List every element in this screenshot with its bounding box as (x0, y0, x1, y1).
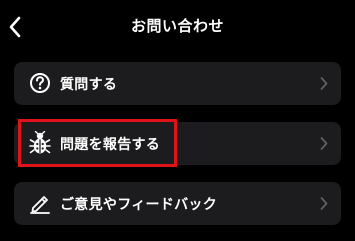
chevron-right-icon (320, 137, 328, 150)
pen-icon (28, 191, 52, 215)
page-title: お問い合わせ (130, 17, 224, 35)
menu-item-label: 質問する (60, 77, 118, 93)
chevron-right-icon (320, 77, 328, 90)
menu-item-report-problem[interactable]: 問題を報告する (14, 122, 341, 165)
header: お問い合わせ (0, 0, 355, 54)
menu-item-label: ご意見やフィードバック (60, 197, 218, 213)
menu-item-ask-question[interactable]: 質問する (14, 62, 341, 105)
chevron-right-icon (320, 197, 328, 210)
bug-icon (28, 131, 52, 155)
contact-screen: お問い合わせ 質問する 問題を報告する ご意見やフィードバック (0, 0, 355, 241)
menu-item-label: 問題を報告する (60, 137, 161, 153)
menu-item-feedback[interactable]: ご意見やフィードバック (14, 182, 341, 225)
question-circle-icon (28, 71, 52, 95)
